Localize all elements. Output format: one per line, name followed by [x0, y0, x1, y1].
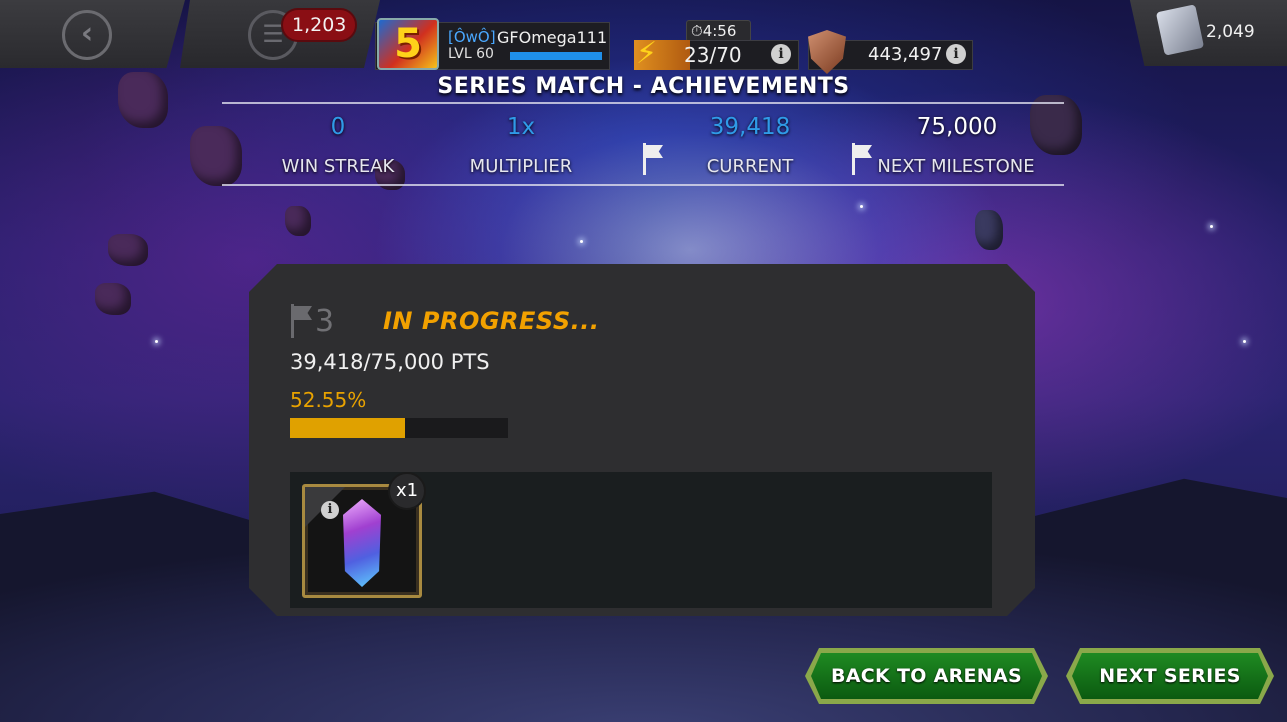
- progress-bar: [290, 418, 508, 438]
- current-points-value: 39,418: [709, 114, 791, 140]
- milestone-status: IN PROGRESS...: [383, 307, 600, 335]
- star: [1210, 225, 1213, 228]
- units-value: 2,049: [1206, 22, 1255, 42]
- star: [860, 205, 863, 208]
- star: [1243, 340, 1246, 343]
- player-name: GFOmega111: [497, 28, 608, 47]
- milestone-number: 3: [315, 304, 335, 339]
- asteroid: [975, 210, 1003, 250]
- divider-top: [222, 102, 1064, 104]
- current-points-label: CURRENT: [706, 156, 794, 177]
- next-series-button[interactable]: NEXT SERIES: [1066, 648, 1274, 704]
- win-streak-value: 0: [330, 114, 346, 140]
- milestone-panel: 3 IN PROGRESS... 39,418/75,000 PTS 52.55…: [249, 264, 1035, 616]
- energy-value: 23/70: [684, 43, 742, 67]
- lightning-bolt-icon: ⚡: [636, 36, 658, 71]
- next-milestone-label: NEXT MILESTONE: [877, 156, 1035, 177]
- asteroid: [95, 283, 131, 315]
- energy-timer: ⏱4:56: [686, 20, 751, 42]
- milestone-flag-icon: [291, 304, 315, 338]
- progress-percent: 52.55%: [290, 388, 367, 412]
- crystal-icon: [343, 499, 381, 587]
- next-milestone-value: 75,000: [916, 114, 998, 140]
- progress-bar-fill: [290, 418, 405, 438]
- star: [580, 240, 583, 243]
- star: [155, 340, 158, 343]
- win-streak-label: WIN STREAK: [281, 156, 395, 177]
- alliance-tag: [ÔwÔ]: [448, 28, 496, 46]
- top-bar: ‹ ☰ 1,203 5 [ÔwÔ] GFOmega111 LVL 60 ⏱4:5…: [0, 0, 1287, 74]
- player-avatar[interactable]: 5: [377, 18, 439, 70]
- multiplier-label: MULTIPLIER: [469, 156, 573, 177]
- next-series-label: NEXT SERIES: [1099, 665, 1241, 687]
- back-to-arenas-button[interactable]: BACK TO ARENAS: [805, 648, 1048, 704]
- rating-info-icon[interactable]: i: [946, 44, 966, 64]
- player-level: LVL 60: [448, 46, 494, 62]
- multiplier-value: 1x: [506, 114, 536, 140]
- back-arrow-button[interactable]: ‹: [62, 10, 112, 60]
- prestige-rating: 443,497: [868, 44, 943, 65]
- back-to-arenas-label: BACK TO ARENAS: [831, 665, 1022, 687]
- reward-info-icon[interactable]: i: [321, 501, 339, 519]
- notification-badge: 1,203: [281, 8, 358, 42]
- xp-bar: [510, 52, 602, 60]
- asteroid: [285, 206, 311, 236]
- asteroid: [190, 126, 242, 186]
- page-title: SERIES MATCH - ACHIEVEMENTS: [437, 74, 850, 99]
- energy-info-icon[interactable]: i: [771, 44, 791, 64]
- reward-quantity: x1: [388, 472, 426, 510]
- asteroid: [108, 234, 148, 266]
- divider-bottom: [222, 184, 1064, 186]
- rewards-area: i x1: [290, 472, 992, 608]
- milestone-points: 39,418/75,000 PTS: [290, 350, 490, 374]
